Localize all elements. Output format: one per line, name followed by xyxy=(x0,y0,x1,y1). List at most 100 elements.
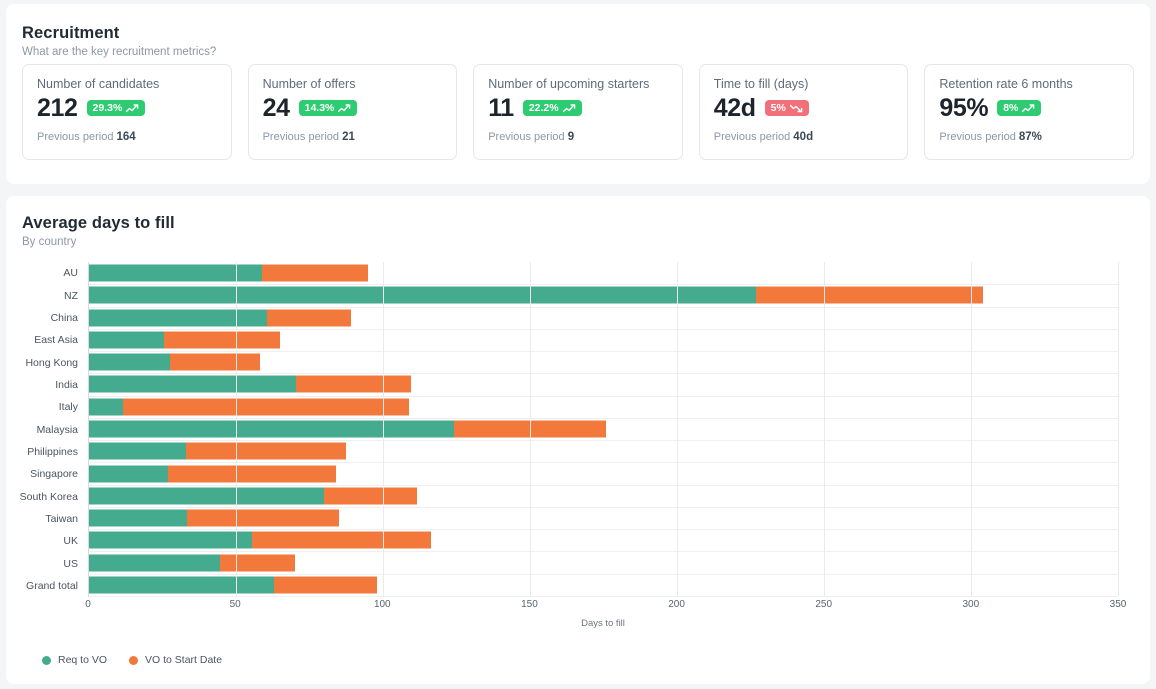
bar-segment-req-to-vo[interactable] xyxy=(89,509,188,527)
kpi-delta-badge: 29.3% xyxy=(86,99,146,117)
bar-segment-vo-to-start[interactable] xyxy=(252,531,432,549)
legend-label: Req to VO xyxy=(58,654,108,666)
bar-segment-req-to-vo[interactable] xyxy=(89,420,454,438)
bar-segment-vo-to-start[interactable] xyxy=(163,331,281,349)
kpi-label: Number of candidates xyxy=(37,77,160,91)
kpi-value-row: 95% 8% xyxy=(939,95,1119,121)
bar-segment-req-to-vo[interactable] xyxy=(89,331,164,349)
row-separator xyxy=(89,306,1118,308)
x-gridline xyxy=(530,262,531,596)
kpi-previous-period: Previous period 21 xyxy=(262,131,355,144)
bar-segment-req-to-vo[interactable] xyxy=(89,531,253,549)
category-label: UK xyxy=(63,535,78,548)
row-separator xyxy=(89,573,1118,575)
category-label: NZ xyxy=(64,289,78,302)
x-tick-label: 200 xyxy=(668,599,685,610)
row-separator xyxy=(89,529,1118,531)
bar-segment-req-to-vo[interactable] xyxy=(89,442,187,460)
bar-stack[interactable] xyxy=(89,487,417,505)
kpi-previous-value: 40d xyxy=(793,131,814,144)
bar-segment-vo-to-start[interactable] xyxy=(122,398,410,416)
kpi-value-row: 11 22.2% xyxy=(488,95,668,121)
x-tick-label: 0 xyxy=(85,599,91,610)
recruitment-header: Recruitment What are the key recruitment… xyxy=(6,4,1150,58)
legend-item[interactable]: Req to VO xyxy=(42,654,107,666)
bar-segment-vo-to-start[interactable] xyxy=(169,353,260,371)
trend-up-icon xyxy=(562,103,576,113)
recruitment-panel: Recruitment What are the key recruitment… xyxy=(6,4,1150,184)
kpi-value-row: 24 14.3% xyxy=(263,95,443,121)
row-separator xyxy=(89,328,1118,330)
kpi-card[interactable]: Retention rate 6 months 95% 8% Previous per… xyxy=(924,64,1134,160)
category-label: Singapore xyxy=(30,468,78,481)
bar-stack[interactable] xyxy=(89,554,295,572)
bar-segment-vo-to-start[interactable] xyxy=(266,309,351,327)
bar-segment-req-to-vo[interactable] xyxy=(89,398,123,416)
category-label: US xyxy=(63,557,78,570)
chart-subtitle: By country xyxy=(22,236,77,248)
bar-segment-req-to-vo[interactable] xyxy=(89,487,325,505)
bar-segment-vo-to-start[interactable] xyxy=(756,286,983,304)
bar-stack[interactable] xyxy=(89,420,607,438)
kpi-previous-period: Previous period 40d xyxy=(713,131,814,144)
kpi-delta-badge: 8% xyxy=(997,99,1042,117)
bar-segment-req-to-vo[interactable] xyxy=(89,554,220,572)
row-separator xyxy=(89,484,1118,486)
bar-stack[interactable] xyxy=(89,465,336,483)
kpi-card[interactable]: Number of candidates 212 29.3% Previous per… xyxy=(22,64,232,160)
x-gridline xyxy=(971,262,972,596)
bar-segment-vo-to-start[interactable] xyxy=(262,264,369,282)
chart-title: Average days to fill xyxy=(22,214,175,232)
bar-segment-vo-to-start[interactable] xyxy=(274,576,378,594)
x-gridline xyxy=(677,262,678,596)
kpi-value: 24 xyxy=(262,94,290,122)
kpi-delta-text: 29.3% xyxy=(92,101,123,114)
kpi-card[interactable]: Number of offers 24 14.3% Previous period 2… xyxy=(247,64,458,160)
trend-down-icon xyxy=(789,104,803,113)
category-label: Hong Kong xyxy=(25,356,78,369)
plot-region xyxy=(88,262,1119,597)
x-gridline xyxy=(236,262,237,596)
page-subtitle: What are the key recruitment metrics? xyxy=(22,46,217,58)
bar-stack[interactable] xyxy=(89,309,351,327)
bar-segment-vo-to-start[interactable] xyxy=(324,487,417,505)
x-tick-label: 300 xyxy=(962,599,980,610)
kpi-label: Number of offers xyxy=(262,77,356,91)
x-tick-label: 150 xyxy=(521,599,538,610)
bar-segment-req-to-vo[interactable] xyxy=(89,375,297,393)
category-label: East Asia xyxy=(34,334,78,347)
bar-stack[interactable] xyxy=(89,398,410,416)
kpi-value: 212 xyxy=(37,94,78,122)
kpi-label: Retention rate 6 months xyxy=(939,77,1073,91)
kpi-label: Number of upcoming starters xyxy=(488,77,650,91)
kpi-value-row: 42d 5% xyxy=(714,95,894,121)
bar-stack[interactable] xyxy=(89,576,378,594)
bar-stack[interactable] xyxy=(89,531,432,549)
kpi-previous-value: 21 xyxy=(342,131,355,144)
bar-segment-vo-to-start[interactable] xyxy=(296,375,411,393)
kpi-card[interactable]: Number of upcoming starters 11 22.2% Previo… xyxy=(473,64,683,160)
trend-up-icon xyxy=(338,103,351,113)
bar-stack[interactable] xyxy=(89,509,339,527)
bar-stack[interactable] xyxy=(89,286,983,304)
bar-segment-req-to-vo[interactable] xyxy=(89,309,267,327)
kpi-card[interactable]: Time to fill (days) 42d 5% Previous period … xyxy=(698,64,909,160)
bar-segment-vo-to-start[interactable] xyxy=(219,554,295,572)
bar-segment-vo-to-start[interactable] xyxy=(187,509,339,527)
bar-stack[interactable] xyxy=(89,442,347,460)
chart-area: AU NZ China East Asia Hong Kong India Italy Mal… xyxy=(20,262,1136,674)
bar-segment-vo-to-start[interactable] xyxy=(186,442,347,460)
category-label: India xyxy=(55,378,78,391)
bar-segment-vo-to-start[interactable] xyxy=(168,465,336,483)
kpi-previous-period: Previous period 9 xyxy=(488,131,575,144)
legend-item[interactable]: VO to Start Date xyxy=(129,654,222,666)
bar-stack[interactable] xyxy=(89,353,260,371)
bar-segment-req-to-vo[interactable] xyxy=(89,576,275,594)
bar-stack[interactable] xyxy=(89,331,281,349)
bar-stack[interactable] xyxy=(89,375,411,393)
bar-segment-req-to-vo[interactable] xyxy=(89,353,170,371)
bar-segment-req-to-vo[interactable] xyxy=(89,465,169,483)
trend-up-icon xyxy=(126,103,139,113)
bar-stack[interactable] xyxy=(89,264,369,282)
bar-segment-req-to-vo[interactable] xyxy=(89,286,757,304)
